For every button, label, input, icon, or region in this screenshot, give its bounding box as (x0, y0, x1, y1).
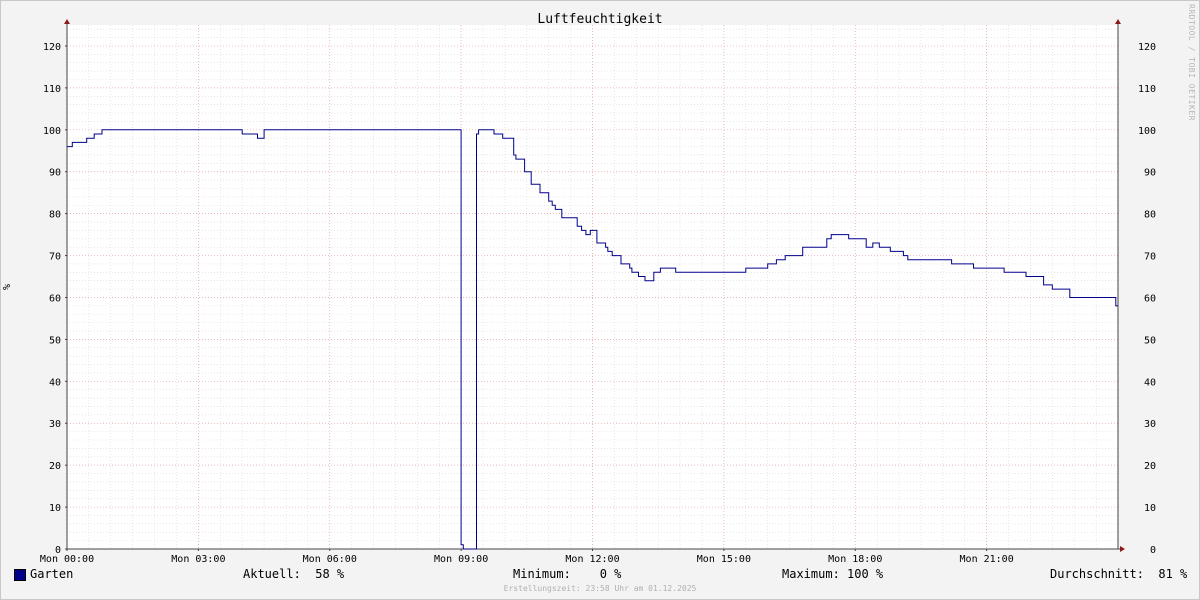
y-axis-arrow-right (1115, 19, 1121, 24)
y-tick-label-right: 110 (1138, 84, 1156, 95)
x-tick-label: Mon 00:00 (40, 554, 94, 565)
legend-durchschnitt-value: 81 % (1158, 567, 1188, 581)
humidity-chart: 0 10 20 30 40 50 60 70 80 90 100 110 120 0 10 20 30 40 50… (2, 12, 1156, 565)
y-tick-labels-right: 0 10 20 30 40 50 60 70 80 90 100 110 120 (1138, 42, 1156, 556)
legend-aktuell: Aktuell: 58 % (243, 567, 344, 581)
legend-maximum-label: Maximum: (782, 567, 840, 581)
y-tick-label-left: 70 (49, 252, 61, 263)
legend-swatch-garten (14, 569, 26, 581)
legend-durchschnitt: Durchschnitt: 81 % (1050, 567, 1187, 581)
x-axis-arrow (1120, 546, 1125, 552)
y-tick-label-left: 20 (49, 461, 61, 472)
y-tick-label-left: 50 (49, 335, 61, 346)
y-tick-label-left: 80 (49, 210, 61, 221)
x-tick-label: Mon 18:00 (828, 554, 882, 565)
legend-minimum-value: 0 % (599, 567, 622, 581)
y-tick-label-right: 30 (1144, 419, 1156, 430)
x-tick-label: Mon 06:00 (303, 554, 357, 565)
x-tick-labels: Mon 00:00 Mon 03:00 Mon 06:00 Mon 09:00 Mon … (40, 554, 1014, 565)
y-tick-label-right: 50 (1144, 335, 1156, 346)
y-tick-label-right: 10 (1144, 503, 1156, 514)
x-tick-label: Mon 15:00 (697, 554, 751, 565)
y-tick-label-left: 40 (49, 377, 61, 388)
y-tick-label-right: 60 (1144, 293, 1156, 304)
y-tick-label-left: 30 (49, 419, 61, 430)
legend-aktuell-value: 58 % (315, 567, 345, 581)
y-tick-label-right: 90 (1144, 168, 1156, 179)
legend-minimum: Minimum: 0 % (513, 567, 621, 581)
y-tick-label-right: 0 (1150, 545, 1156, 556)
y-tick-label-left: 100 (43, 126, 61, 137)
legend-series-name: Garten (30, 567, 74, 581)
y-tick-label-right: 20 (1144, 461, 1156, 472)
y-tick-label-left: 10 (49, 503, 61, 514)
creation-time-footer: Erstellungszeit: 23:58 Uhr am 01.12.2025 (503, 584, 697, 593)
legend-maximum-value: 100 % (847, 567, 884, 581)
y-tick-label-left: 110 (43, 84, 61, 95)
y-tick-label-right: 100 (1138, 126, 1156, 137)
y-tick-label-left: 120 (43, 42, 61, 53)
y-axis-arrow-left (64, 19, 70, 24)
y-tick-label-right: 70 (1144, 252, 1156, 263)
x-tick-label: Mon 03:00 (171, 554, 225, 565)
legend-minimum-label: Minimum: (513, 567, 571, 581)
y-tick-label-left: 90 (49, 168, 61, 179)
x-tick-label: Mon 12:00 (565, 554, 619, 565)
rrdtool-watermark: RRDTOOL / TOBI OETIKER (1187, 4, 1196, 121)
y-tick-label-left: 60 (49, 293, 61, 304)
y-tick-label-right: 80 (1144, 210, 1156, 221)
y-tick-label-right: 120 (1138, 42, 1156, 53)
y-tick-label-right: 40 (1144, 377, 1156, 388)
y-tick-labels-left: 0102030405060708090100110120 (43, 42, 61, 556)
x-tick-label: Mon 21:00 (960, 554, 1014, 565)
y-axis-label: % (2, 284, 13, 290)
legend-durchschnitt-label: Durchschnitt: (1050, 567, 1144, 581)
x-tick-label: Mon 09:00 (434, 554, 488, 565)
legend-maximum: Maximum: 100 % (782, 567, 883, 581)
chart-title: Luftfeuchtigkeit (537, 12, 662, 27)
legend-aktuell-label: Aktuell: (243, 567, 301, 581)
